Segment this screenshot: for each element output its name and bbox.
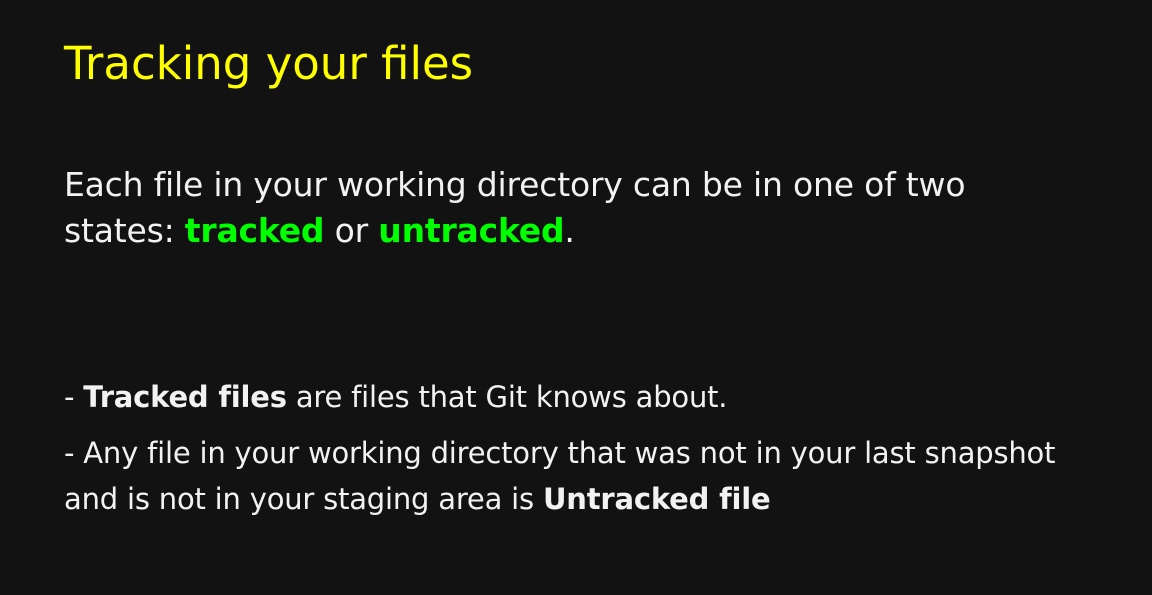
untracked-file-term: Untracked file — [542, 482, 771, 516]
intro-text-end: . — [564, 211, 575, 250]
untracked-term: untracked — [378, 211, 565, 250]
intro-text-middle: or — [324, 211, 379, 250]
bullet-tracked-files: - Tracked files are files that Git knows… — [64, 374, 1064, 420]
bullet-prefix: - — [64, 380, 84, 414]
slide: Tracking your files Each file in your wo… — [0, 0, 1152, 595]
slide-title: Tracking your files — [64, 37, 474, 90]
intro-paragraph: Each file in your working directory can … — [64, 162, 1064, 254]
bullet-untracked-file: - Any file in your working directory tha… — [64, 430, 1064, 522]
bullet-list: - Tracked files are files that Git knows… — [64, 374, 1064, 522]
tracked-term: tracked — [184, 211, 325, 250]
bullet-prefix: - — [64, 436, 84, 470]
tracked-files-definition: are files that Git knows about. — [286, 380, 728, 414]
tracked-files-term: Tracked files — [83, 380, 287, 414]
